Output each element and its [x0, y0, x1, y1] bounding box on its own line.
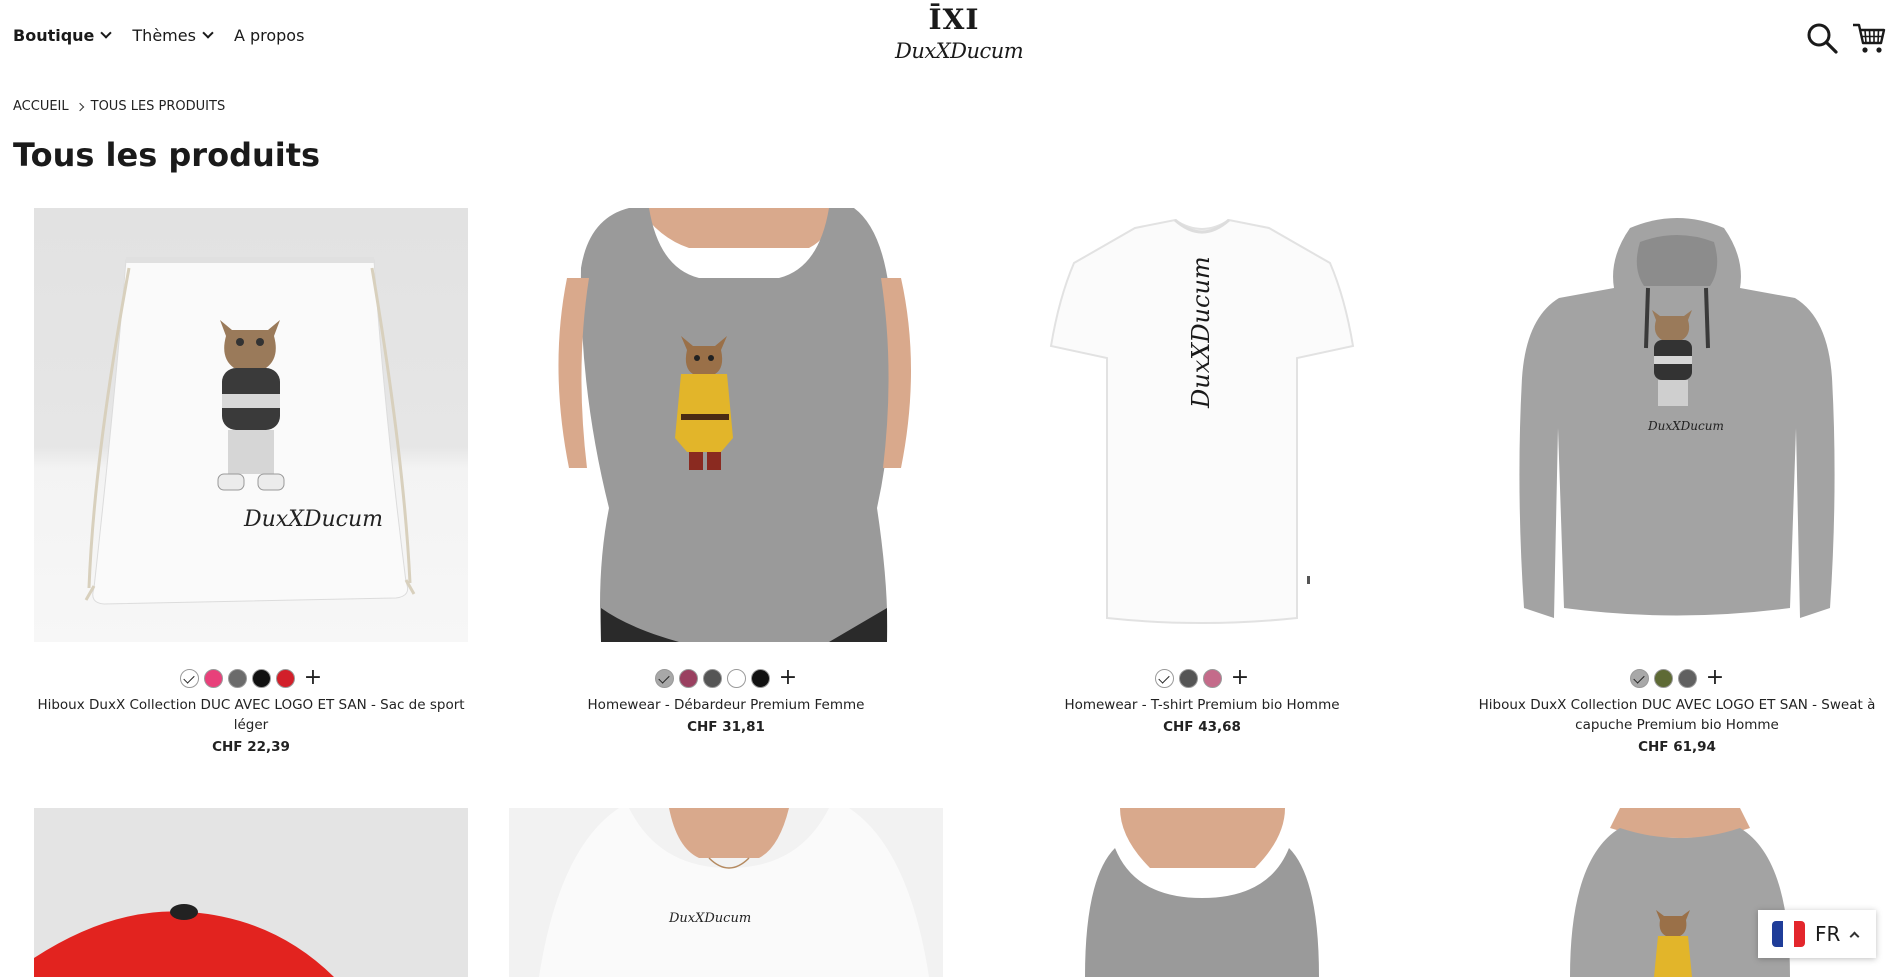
- logo-mark: ĪXI: [928, 3, 980, 36]
- product-image[interactable]: [985, 808, 1419, 977]
- svg-text:DuxXDucum: DuxXDucum: [668, 911, 751, 926]
- product-card[interactable]: DuxXDucum + Hiboux DuxX Collection DUC A…: [1460, 208, 1892, 755]
- color-swatch[interactable]: [1178, 668, 1198, 688]
- nav-boutique-label: Boutique: [13, 26, 95, 45]
- color-swatch[interactable]: [1653, 668, 1673, 688]
- nav-a-propos-label: A propos: [233, 26, 305, 45]
- chevron-down-icon: [100, 27, 113, 39]
- nav-boutique[interactable]: Boutique: [13, 26, 113, 45]
- chevron-down-icon: [202, 27, 214, 39]
- product-image[interactable]: DuxXDucum: [34, 208, 468, 642]
- svg-text:DuxXDucum: DuxXDucum: [1647, 419, 1724, 433]
- nav-themes[interactable]: Thèmes: [132, 26, 214, 45]
- product-card[interactable]: + Homewear - Débardeur Premium Femme CHF…: [509, 208, 943, 735]
- color-swatch[interactable]: [251, 668, 271, 688]
- more-colors-button[interactable]: +: [1231, 667, 1249, 689]
- color-swatch[interactable]: [1154, 668, 1174, 688]
- color-swatches: +: [509, 667, 943, 689]
- site-logo[interactable]: ĪXI DuxXDucum: [895, 3, 1024, 72]
- color-swatch[interactable]: [750, 668, 770, 688]
- product-image[interactable]: DuxXDucum: [509, 808, 943, 977]
- cart-icon[interactable]: [1851, 20, 1887, 56]
- color-swatch[interactable]: [654, 668, 674, 688]
- color-swatch[interactable]: [726, 668, 746, 688]
- site-header: Boutique Thèmes A propos ĪXI DuxXDucum: [0, 0, 1892, 80]
- color-swatch[interactable]: [1677, 668, 1697, 688]
- product-name[interactable]: Homewear - T-shirt Premium bio Homme: [985, 695, 1419, 715]
- color-swatch[interactable]: [1629, 668, 1649, 688]
- chevron-right-icon: [75, 102, 84, 111]
- breadcrumb: ACCUEIL TOUS LES PRODUITS: [13, 99, 225, 114]
- more-colors-button[interactable]: +: [304, 667, 322, 689]
- more-colors-button[interactable]: +: [779, 667, 797, 689]
- product-image[interactable]: [509, 208, 943, 642]
- color-swatch[interactable]: [1202, 668, 1222, 688]
- color-swatches: +: [985, 667, 1419, 689]
- nav-a-propos[interactable]: A propos: [234, 26, 304, 45]
- more-colors-button[interactable]: +: [1706, 667, 1724, 689]
- color-swatch[interactable]: [203, 668, 223, 688]
- svg-text:DuxXDucum: DuxXDucum: [243, 507, 383, 532]
- product-image[interactable]: [34, 808, 468, 977]
- product-image[interactable]: DuxXDucum: [1460, 208, 1892, 642]
- product-price: CHF 43,68: [1163, 719, 1241, 735]
- language-switcher[interactable]: FR: [1758, 910, 1876, 958]
- breadcrumb-current: TOUS LES PRODUITS: [90, 99, 226, 114]
- product-name[interactable]: Hiboux DuxX Collection DUC AVEC LOGO ET …: [1460, 695, 1892, 735]
- product-price: CHF 22,39: [212, 739, 290, 755]
- color-swatch[interactable]: [678, 668, 698, 688]
- product-image[interactable]: DuxXDucum: [985, 208, 1419, 642]
- color-swatch[interactable]: [702, 668, 722, 688]
- breadcrumb-home[interactable]: ACCUEIL: [13, 99, 69, 114]
- product-price: CHF 31,81: [687, 719, 765, 735]
- page-title: Tous les produits: [13, 136, 321, 174]
- color-swatch[interactable]: [275, 668, 295, 688]
- color-swatches: +: [1460, 667, 1892, 689]
- product-card[interactable]: DuxXDucum + Hiboux DuxX Collection DUC A…: [34, 208, 468, 755]
- color-swatch[interactable]: [179, 668, 199, 688]
- product-price: CHF 61,94: [1638, 739, 1716, 755]
- product-name[interactable]: Hiboux DuxX Collection DUC AVEC LOGO ET …: [34, 695, 468, 735]
- search-icon[interactable]: [1806, 22, 1838, 54]
- logo-text: DuxXDucum: [895, 39, 1024, 63]
- product-card[interactable]: DuxXDucum + Homewear - T-shirt Premium b…: [985, 208, 1419, 735]
- color-swatches: +: [34, 667, 468, 689]
- color-swatch[interactable]: [227, 668, 247, 688]
- main-nav: Boutique Thèmes A propos: [13, 26, 326, 45]
- language-code: FR: [1815, 922, 1841, 946]
- svg-text:DuxXDucum: DuxXDucum: [1187, 256, 1215, 409]
- nav-themes-label: Thèmes: [132, 26, 196, 45]
- france-flag-icon: [1772, 921, 1805, 947]
- product-name[interactable]: Homewear - Débardeur Premium Femme: [509, 695, 943, 715]
- chevron-up-icon: [1849, 931, 1860, 941]
